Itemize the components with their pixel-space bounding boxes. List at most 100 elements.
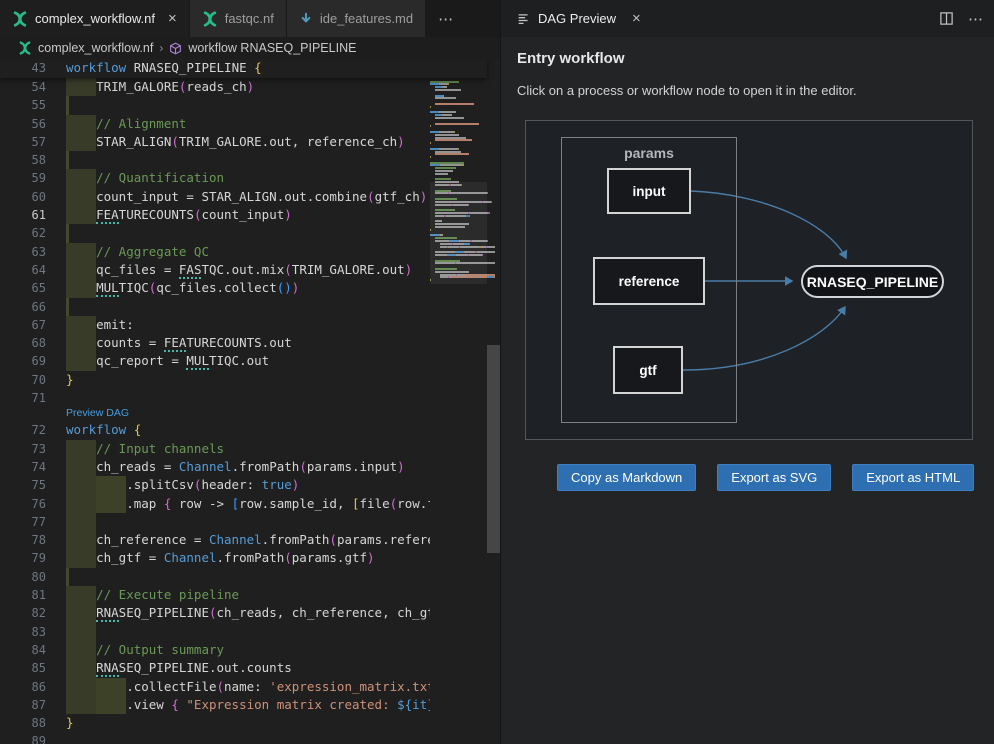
preview-lines-icon — [517, 12, 530, 25]
code-line-54[interactable]: 54TRIM_GALORE(reads_ch) — [0, 78, 430, 96]
code-line-56[interactable]: 56// Alignment — [0, 115, 430, 133]
line-number: 58 — [0, 151, 46, 169]
code-line-59[interactable]: 59// Quantification — [0, 169, 430, 187]
sticky-scroll-line[interactable]: 43workflow RNASEQ_PIPELINE { — [0, 59, 487, 78]
ide-window: complex_workflow.nf × fastqc.nf ide_feat… — [0, 0, 994, 744]
nextflow-icon — [202, 11, 218, 27]
editor-group: complex_workflow.nf × fastqc.nf ide_feat… — [0, 0, 500, 744]
more-actions-icon[interactable]: ⋯ — [968, 10, 984, 28]
code-line-58[interactable]: 58 — [0, 151, 430, 169]
code-line-67[interactable]: 67emit: — [0, 316, 430, 334]
export-as-html-button[interactable]: Export as HTML — [852, 464, 974, 491]
tab-fastqc[interactable]: fastqc.nf — [190, 0, 287, 37]
line-number: 69 — [0, 352, 46, 370]
tab-complex-workflow[interactable]: complex_workflow.nf × — [0, 0, 190, 37]
line-number: 70 — [0, 371, 46, 389]
line-number: 77 — [0, 513, 46, 531]
code-line-86[interactable]: 86.collectFile(name: 'expression_matrix.… — [0, 678, 430, 696]
code-line-64[interactable]: 64qc_files = FASTQC.out.mix(TRIM_GALORE.… — [0, 261, 430, 279]
dag-node-rnaseq-pipeline[interactable]: RNASEQ_PIPELINE — [801, 265, 944, 298]
markdown-download-icon — [299, 12, 313, 26]
codelens-preview-dag-link[interactable]: Preview DAG — [66, 407, 129, 421]
panel-tab-label: DAG Preview — [538, 11, 616, 26]
tab-label: ide_features.md — [320, 11, 413, 26]
line-number: 59 — [0, 169, 46, 187]
code-line-87[interactable]: 87.view { "Expression matrix created: ${… — [0, 696, 430, 714]
code-line-66[interactable]: 66 — [0, 298, 430, 316]
code-line-63[interactable]: 63// Aggregate QC — [0, 243, 430, 261]
code-line-60[interactable]: 60count_input = STAR_ALIGN.out.combine(g… — [0, 188, 430, 206]
cluster-label: params — [562, 145, 736, 161]
close-icon[interactable]: × — [632, 10, 641, 27]
line-number: 88 — [0, 714, 46, 732]
code-line-84[interactable]: 84// Output summary — [0, 641, 430, 659]
code-line-83[interactable]: 83 — [0, 623, 430, 641]
breadcrumb-separator: › — [159, 41, 163, 55]
line-number: 64 — [0, 261, 46, 279]
panel-tabbar: DAG Preview × ⋯ — [501, 0, 994, 37]
breadcrumb-file[interactable]: complex_workflow.nf — [38, 41, 153, 55]
copy-as-markdown-button[interactable]: Copy as Markdown — [557, 464, 696, 491]
line-number: 79 — [0, 549, 46, 567]
code-line-71[interactable]: 71 — [0, 389, 430, 407]
code-line-76[interactable]: 76.map { row -> [row.sample_id, [file(ro… — [0, 495, 430, 513]
code-line-70[interactable]: 70} — [0, 371, 430, 389]
code-line-65[interactable]: 65MULTIQC(qc_files.collect()) — [0, 279, 430, 297]
code-line-85[interactable]: 85RNASEQ_PIPELINE.out.counts — [0, 659, 430, 677]
dag-preview-panel: DAG Preview × ⋯ Entry workflow Click on … — [500, 0, 994, 744]
dag-canvas: params input reference gtf RNASEQ_PIPELI… — [525, 120, 973, 440]
tab-overflow-button[interactable]: ⋯ — [426, 0, 466, 37]
code-line-80[interactable]: 80 — [0, 568, 430, 586]
line-number: 74 — [0, 458, 46, 476]
code-line-43[interactable]: 43workflow RNASEQ_PIPELINE { — [0, 59, 262, 77]
line-number: 54 — [0, 78, 46, 96]
line-number: 76 — [0, 495, 46, 513]
line-number: 55 — [0, 96, 46, 114]
line-number: 43 — [0, 59, 46, 77]
line-number: 57 — [0, 133, 46, 151]
nextflow-icon — [12, 11, 28, 27]
dag-node-input[interactable]: input — [607, 168, 691, 214]
line-number: 66 — [0, 298, 46, 316]
code-line-61[interactable]: 61FEATURECOUNTS(count_input) — [0, 206, 430, 224]
line-number: 75 — [0, 476, 46, 494]
code-line-88[interactable]: 88} — [0, 714, 430, 732]
code-editor[interactable]: 43workflow RNASEQ_PIPELINE { 54TRIM_GALO… — [0, 59, 500, 744]
line-number: 85 — [0, 659, 46, 677]
line-number: 82 — [0, 604, 46, 622]
code-line-78[interactable]: 78ch_reference = Channel.fromPath(params… — [0, 531, 430, 549]
code-line-57[interactable]: 57STAR_ALIGN(TRIM_GALORE.out, reference_… — [0, 133, 430, 151]
code-line-55[interactable]: 55 — [0, 96, 430, 114]
dag-node-gtf[interactable]: gtf — [613, 346, 683, 394]
code-line-72[interactable]: 72workflow { — [0, 421, 430, 439]
minimap-slider[interactable] — [430, 182, 487, 284]
tab-label: fastqc.nf — [225, 11, 274, 26]
symbol-namespace-icon — [169, 42, 182, 55]
nextflow-icon — [18, 41, 32, 55]
dag-node-reference[interactable]: reference — [593, 257, 705, 305]
code-line-62[interactable]: 62 — [0, 224, 430, 242]
line-number: 84 — [0, 641, 46, 659]
code-line-74[interactable]: 74ch_reads = Channel.fromPath(params.inp… — [0, 458, 430, 476]
code-line-75[interactable]: 75.splitCsv(header: true) — [0, 476, 430, 494]
line-number: 56 — [0, 115, 46, 133]
code-line-68[interactable]: 68counts = FEATURECOUNTS.out — [0, 334, 430, 352]
code-line-77[interactable]: 77 — [0, 513, 430, 531]
code-line-82[interactable]: 82RNASEQ_PIPELINE(ch_reads, ch_reference… — [0, 604, 430, 622]
export-as-svg-button[interactable]: Export as SVG — [717, 464, 831, 491]
line-number: 71 — [0, 389, 46, 407]
split-editor-icon[interactable] — [939, 11, 954, 26]
tab-ide-features[interactable]: ide_features.md — [287, 0, 426, 37]
close-icon[interactable]: × — [168, 10, 177, 27]
vertical-scrollbar[interactable] — [487, 345, 500, 553]
code-line-69[interactable]: 69qc_report = MULTIQC.out — [0, 352, 430, 370]
breadcrumb-symbol[interactable]: workflow RNASEQ_PIPELINE — [188, 41, 356, 55]
breadcrumb: complex_workflow.nf › workflow RNASEQ_PI… — [0, 37, 500, 59]
tab-dag-preview[interactable]: DAG Preview × — [517, 10, 641, 27]
panel-body: Entry workflow Click on a process or wor… — [501, 37, 994, 744]
code-line-81[interactable]: 81// Execute pipeline — [0, 586, 430, 604]
code-line-89[interactable]: 89 — [0, 732, 430, 744]
line-number: 89 — [0, 732, 46, 744]
code-line-73[interactable]: 73// Input channels — [0, 440, 430, 458]
code-line-79[interactable]: 79ch_gtf = Channel.fromPath(params.gtf) — [0, 549, 430, 567]
